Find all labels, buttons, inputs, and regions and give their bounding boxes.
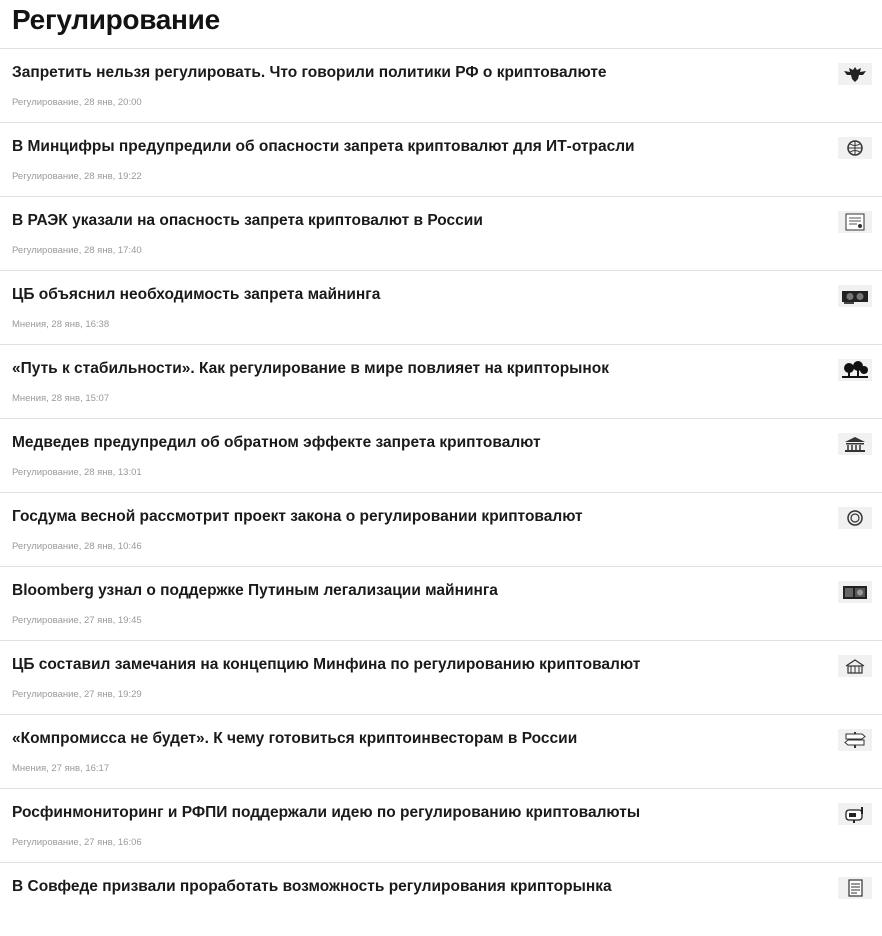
article-headline[interactable]: В РАЭК указали на опасность запрета крип… xyxy=(12,211,822,231)
article-thumbnail[interactable] xyxy=(838,359,872,381)
article-row[interactable]: В Минцифры предупредили об опасности зап… xyxy=(0,123,882,197)
page-title: Регулирование xyxy=(12,4,220,35)
article-headline[interactable]: В Совфеде призвали проработать возможнос… xyxy=(12,877,822,897)
article-meta: Мнения, 28 янв, 15:07 xyxy=(12,393,109,405)
article-row[interactable]: ЦБ составил замечания на концепцию Минфи… xyxy=(0,641,882,715)
article-meta: Регулирование, 27 янв, 19:45 xyxy=(12,615,142,627)
article-headline[interactable]: «Путь к стабильности». Как регулирование… xyxy=(12,359,822,379)
article-row[interactable]: Росфинмониторинг и РФПИ поддержали идею … xyxy=(0,789,882,863)
paper-icon xyxy=(840,878,870,898)
article-meta: Регулирование, 28 янв, 17:40 xyxy=(12,245,142,257)
article-headline[interactable]: ЦБ объяснил необходимость запрета майнин… xyxy=(12,285,822,305)
article-thumbnail[interactable] xyxy=(838,211,872,233)
article-meta: Регулирование, 28 янв, 10:46 xyxy=(12,541,142,553)
article-headline[interactable]: Запретить нельзя регулировать. Что говор… xyxy=(12,63,822,83)
eagle-emblem-icon xyxy=(840,64,870,84)
article-meta: Регулирование, 28 янв, 20:00 xyxy=(12,97,142,109)
globe-icon xyxy=(840,138,870,158)
article-list: Запретить нельзя регулировать. Что говор… xyxy=(0,48,882,936)
article-thumbnail[interactable] xyxy=(838,729,872,751)
article-row[interactable]: «Компромисса не будет». К чему готовитьс… xyxy=(0,715,882,789)
article-row[interactable]: Госдума весной рассмотрит проект закона … xyxy=(0,493,882,567)
article-headline[interactable]: В Минцифры предупредили об опасности зап… xyxy=(12,137,822,157)
article-thumbnail[interactable] xyxy=(838,285,872,307)
article-row[interactable]: Bloomberg узнал о поддержке Путиным лега… xyxy=(0,567,882,641)
article-date: 28 янв, 10:46 xyxy=(83,541,142,552)
article-category[interactable]: Регулирование xyxy=(12,467,79,478)
article-date: 28 янв, 15:07 xyxy=(51,393,110,404)
article-headline[interactable]: Госдума весной рассмотрит проект закона … xyxy=(12,507,822,527)
bank-building-icon xyxy=(840,434,870,454)
article-date: 27 янв, 16:06 xyxy=(83,837,142,848)
news-page: Регулирование Запретить нельзя регулиров… xyxy=(0,0,882,906)
article-category[interactable]: Регулирование xyxy=(12,97,79,108)
article-meta: Регулирование, 27 янв, 19:29 xyxy=(12,689,142,701)
article-date: 28 янв, 17:40 xyxy=(83,245,142,256)
article-thumbnail[interactable] xyxy=(838,877,872,899)
article-date: 27 янв, 19:45 xyxy=(83,615,142,626)
article-headline[interactable]: Bloomberg узнал о поддержке Путиным лега… xyxy=(12,581,822,601)
article-thumbnail[interactable] xyxy=(838,803,872,825)
graphics-card-icon xyxy=(840,286,870,306)
article-category[interactable]: Регулирование xyxy=(12,837,79,848)
article-thumbnail[interactable] xyxy=(838,137,872,159)
article-row[interactable]: В Совфеде призвали проработать возможнос… xyxy=(0,863,882,936)
building-icon xyxy=(840,656,870,676)
article-thumbnail[interactable] xyxy=(838,655,872,677)
signpost-icon xyxy=(840,730,870,750)
trees-icon xyxy=(840,360,870,380)
article-date: 27 янв, 16:17 xyxy=(51,763,110,774)
article-thumbnail[interactable] xyxy=(838,63,872,85)
article-date: 28 янв, 19:22 xyxy=(83,171,142,182)
article-category[interactable]: Мнения xyxy=(12,763,46,774)
article-date: 28 янв, 20:00 xyxy=(83,97,142,108)
article-category[interactable]: Регулирование xyxy=(12,245,79,256)
article-category[interactable]: Регулирование xyxy=(12,171,79,182)
article-meta: Регулирование, 28 янв, 13:01 xyxy=(12,467,142,479)
article-thumbnail[interactable] xyxy=(838,433,872,455)
article-row[interactable]: Запретить нельзя регулировать. Что говор… xyxy=(0,49,882,123)
article-category[interactable]: Мнения xyxy=(12,393,46,404)
article-date: 28 янв, 16:38 xyxy=(51,319,110,330)
article-date: 28 янв, 13:01 xyxy=(83,467,142,478)
article-row[interactable]: Медведев предупредил об обратном эффекте… xyxy=(0,419,882,493)
article-meta: Регулирование, 27 янв, 16:06 xyxy=(12,837,142,849)
article-headline[interactable]: «Компромисса не будет». К чему готовитьс… xyxy=(12,729,822,749)
article-thumbnail[interactable] xyxy=(838,581,872,603)
article-row[interactable]: В РАЭК указали на опасность запрета крип… xyxy=(0,197,882,271)
article-category[interactable]: Мнения xyxy=(12,319,46,330)
mining-rig-icon xyxy=(840,582,870,602)
article-headline[interactable]: Медведев предупредил об обратном эффекте… xyxy=(12,433,822,453)
article-category[interactable]: Регулирование xyxy=(12,541,79,552)
article-headline[interactable]: Росфинмониторинг и РФПИ поддержали идею … xyxy=(12,803,822,823)
article-row[interactable]: «Путь к стабильности». Как регулирование… xyxy=(0,345,882,419)
document-icon xyxy=(840,212,870,232)
article-thumbnail[interactable] xyxy=(838,507,872,529)
article-meta: Мнения, 27 янв, 16:17 xyxy=(12,763,109,775)
article-category[interactable]: Регулирование xyxy=(12,615,79,626)
article-headline[interactable]: ЦБ составил замечания на концепцию Минфи… xyxy=(12,655,822,675)
mailbox-icon xyxy=(840,804,870,824)
coin-icon xyxy=(840,508,870,528)
article-category[interactable]: Регулирование xyxy=(12,689,79,700)
article-meta: Мнения, 28 янв, 16:38 xyxy=(12,319,109,331)
article-meta: Регулирование, 28 янв, 19:22 xyxy=(12,171,142,183)
article-row[interactable]: ЦБ объяснил необходимость запрета майнин… xyxy=(0,271,882,345)
article-date: 27 янв, 19:29 xyxy=(83,689,142,700)
